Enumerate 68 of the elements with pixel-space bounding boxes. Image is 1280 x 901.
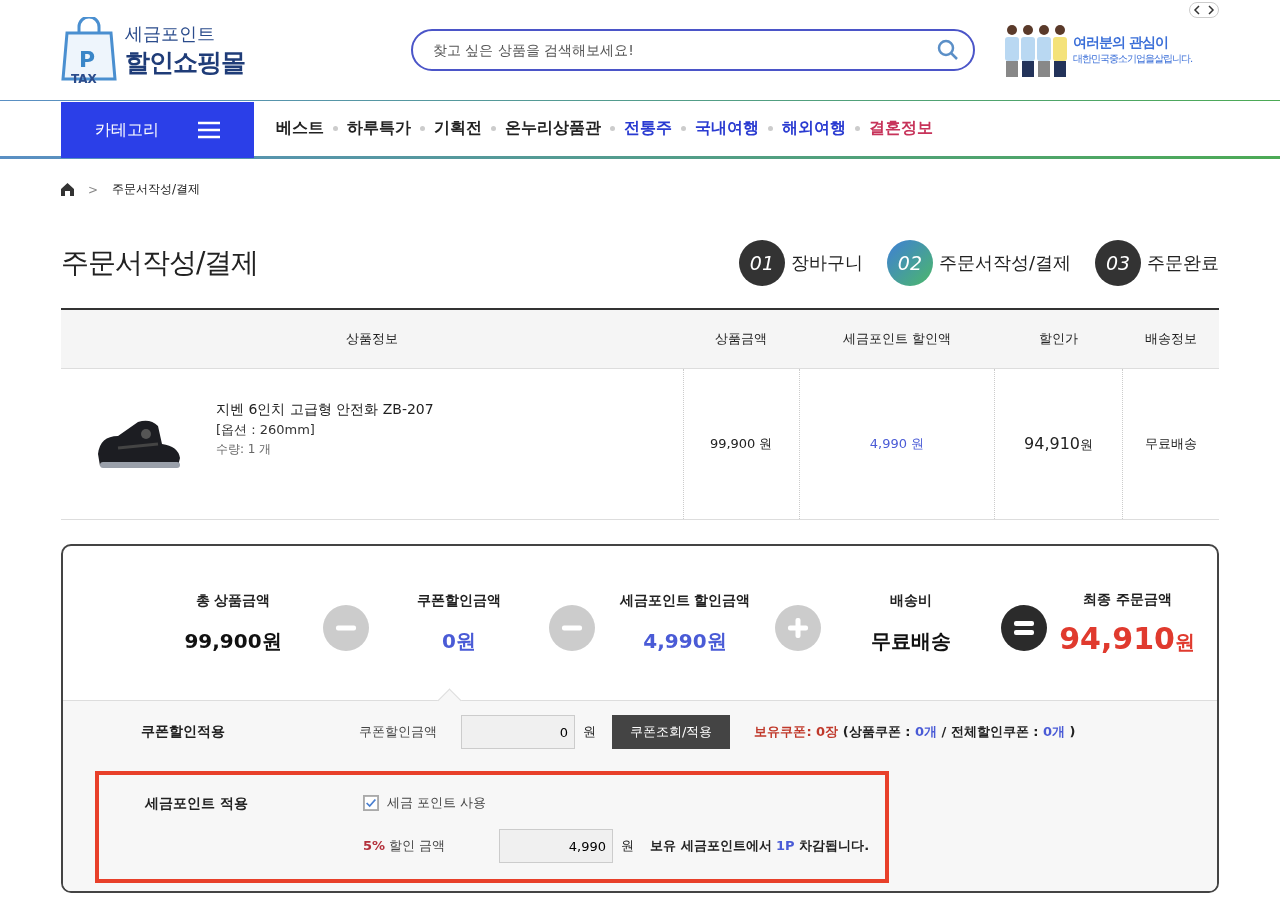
- unit-label: 원: [583, 723, 596, 741]
- coupon-button[interactable]: 쿠폰조회/적용: [612, 715, 731, 749]
- promo-title: 여러분의 관심이: [1073, 34, 1169, 52]
- product-name[interactable]: 지벤 6인치 고급형 안전화 ZB-207: [216, 400, 434, 419]
- summary-amount: 무료배송: [871, 627, 951, 655]
- minus-icon: [323, 605, 369, 651]
- summary-amount: 4,990원: [643, 627, 727, 655]
- breadcrumb-item: 주문서작성/결제: [112, 181, 201, 198]
- step-number: 03: [1095, 240, 1141, 286]
- breadcrumb-separator: >: [88, 182, 99, 197]
- search-icon[interactable]: [937, 39, 959, 61]
- plus-icon: [775, 605, 821, 651]
- step-number: 01: [738, 240, 785, 286]
- input-field[interactable]: 0: [461, 715, 575, 749]
- promo-subtitle: 대한민국중소기업을살립니다.: [1073, 52, 1193, 66]
- column-header: 상품금액: [683, 309, 800, 369]
- section-title: 세금포인트 적용: [145, 794, 249, 813]
- field-label: 5% 할인 금액: [363, 837, 447, 855]
- coupon-info: 보유쿠폰: 0장 (상품쿠폰 : 0개 / 전체할인쿠폰 : 0개 ): [754, 723, 1076, 741]
- summary-label: 배송비: [890, 591, 932, 610]
- column-header: 세금포인트 할인액: [799, 309, 995, 369]
- logo-subtitle: 세금포인트: [125, 21, 216, 46]
- summary-label: 최종 주문금액: [1082, 590, 1172, 609]
- nav-link[interactable]: 온누리상품관: [505, 118, 601, 139]
- column-header: 할인가: [994, 309, 1123, 369]
- nav-link[interactable]: 전통주: [624, 118, 672, 139]
- search-field[interactable]: 찾고 싶은 상품을 검색해보세요!: [411, 29, 975, 71]
- final-amount: 94,910원: [1059, 620, 1195, 656]
- equals-icon: [1001, 605, 1047, 651]
- table-cell: 94,910원: [994, 368, 1123, 520]
- step-number: 02: [886, 240, 933, 286]
- table-cell: 무료배송: [1122, 368, 1219, 520]
- summary-label: 세금포인트 할인금액: [619, 591, 751, 610]
- section-title: 쿠폰할인적용: [141, 723, 226, 741]
- nav-link[interactable]: 해외여행: [782, 118, 846, 139]
- summary-amount: 0원: [442, 627, 476, 655]
- column-header: 상품정보: [61, 309, 683, 369]
- nav-link[interactable]: 베스트: [276, 118, 324, 139]
- nav-link[interactable]: 하루특가: [347, 118, 411, 139]
- step-label: 주문완료: [1147, 251, 1219, 275]
- nav-link[interactable]: 결혼정보: [869, 118, 933, 139]
- logo-letter: P: [79, 46, 96, 72]
- checkbox[interactable]: [363, 795, 379, 811]
- category-button[interactable]: 카테고리: [61, 102, 254, 158]
- summary-label: 쿠폰할인금액: [417, 591, 501, 610]
- step-label: 주문서작성/결제: [938, 251, 1071, 275]
- unit-label: 원: [621, 837, 634, 855]
- minus-icon: [549, 605, 595, 651]
- page-title: 주문서작성/결제: [61, 245, 259, 281]
- logo-icon: [61, 17, 117, 83]
- logo-badge-text: TAX: [71, 72, 97, 86]
- nav-link[interactable]: 국내여행: [695, 118, 759, 139]
- table-cell: 4,990 원: [799, 368, 995, 520]
- input-field[interactable]: 4,990: [499, 829, 613, 863]
- menu-icon: [198, 121, 220, 139]
- logo-title: 할인쇼핑몰: [125, 46, 245, 79]
- column-header: 배송정보: [1122, 309, 1219, 369]
- point-note: 보유 세금포인트에서 1P 차감됩니다.: [650, 837, 870, 855]
- checkbox-label: 세금 포인트 사용: [387, 794, 487, 812]
- summary-label: 총 상품금액: [195, 591, 271, 610]
- summary-amount: 99,900원: [184, 627, 282, 655]
- table-cell: 99,900 원: [683, 368, 800, 520]
- product-option: [옵션 : 260mm]: [216, 420, 434, 439]
- home-icon[interactable]: [61, 183, 74, 196]
- field-label: 쿠폰할인금액: [359, 723, 438, 741]
- step-label: 장바구니: [790, 251, 863, 275]
- product-quantity: 수량: 1 개: [216, 440, 273, 458]
- nav-link[interactable]: 기획전: [434, 118, 482, 139]
